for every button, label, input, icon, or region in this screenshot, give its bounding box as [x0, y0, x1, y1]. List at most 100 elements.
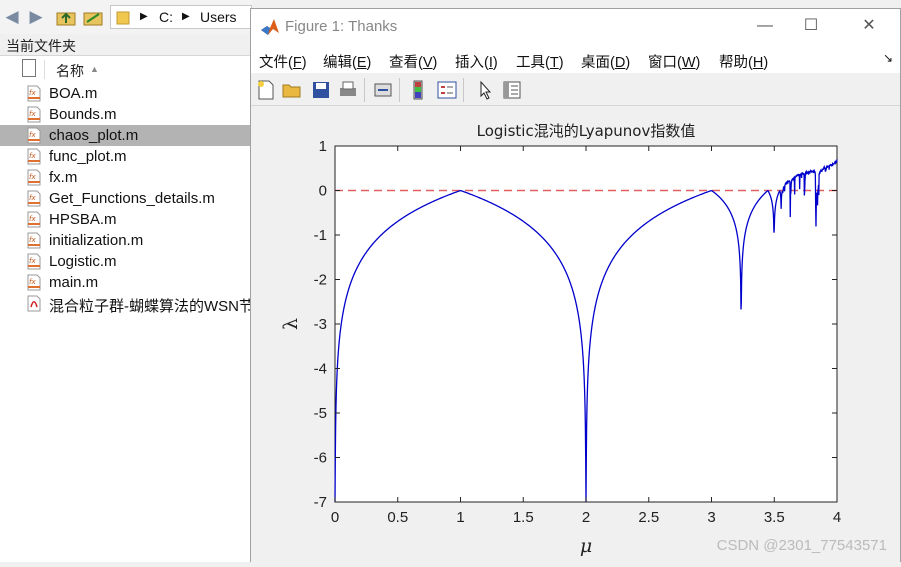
file-row[interactable]: 混合粒子群-蝴蝶算法的WSN节 — [0, 293, 254, 315]
svg-text:fx: fx — [29, 236, 36, 244]
file-row[interactable]: fx BOA.m — [0, 83, 252, 104]
path-separator-icon: ▶ — [182, 11, 190, 22]
matlab-file-icon: fx — [27, 253, 41, 270]
file-row[interactable]: fx main.m — [0, 272, 252, 293]
current-folder-header: 当前文件夹 — [0, 34, 252, 56]
lyapunov-chart[interactable]: 0 0.5 1 1.5 2 2.5 3 3.5 4 1 0 -1 -2 -3 -4 -5 -6 -7 Logisti… — [251, 106, 900, 562]
matlab-file-icon: fx — [27, 211, 41, 228]
maximize-button[interactable]: ☐ — [791, 13, 831, 39]
file-row[interactable]: fx Get_Functions_details.m — [0, 188, 252, 209]
menu-item[interactable]: 查看(V) — [389, 51, 437, 72]
save-icon[interactable] — [310, 79, 332, 101]
forward-arrow-icon[interactable]: ▶ — [27, 8, 45, 26]
svg-text:fx: fx — [29, 152, 36, 160]
current-folder-label: 当前文件夹 — [6, 38, 76, 54]
y-tick-label: -3 — [314, 316, 327, 333]
address-bar[interactable]: ▶ C: ▶ Users — [110, 5, 252, 29]
column-header[interactable]: 名称 ▲ — [0, 58, 252, 80]
path-separator-icon: ▶ — [140, 11, 148, 22]
column-divider[interactable] — [44, 60, 45, 79]
file-name: chaos_plot.m — [49, 127, 139, 144]
y-tick-label: 0 — [319, 183, 327, 200]
file-name: initialization.m — [49, 232, 144, 249]
browse-folder-icon[interactable] — [83, 8, 103, 26]
y-tick-label: -2 — [314, 272, 327, 289]
figure-window: Figure 1: Thanks — ☐ ✕ 文件(F) 编辑(E) 查看(V) 插入… — [250, 8, 901, 562]
file-row[interactable]: fx initialization.m — [0, 230, 252, 251]
menu-item[interactable]: 窗口(W) — [648, 51, 700, 72]
path-segment[interactable]: Users — [200, 9, 237, 25]
column-name-label[interactable]: 名称 — [56, 61, 84, 81]
x-tick-label: 3.5 — [764, 509, 785, 526]
legend-icon[interactable] — [436, 79, 458, 101]
menu-accelerator-key: V — [422, 55, 433, 71]
close-button[interactable]: ✕ — [849, 13, 889, 39]
menu-accelerator-key: D — [614, 55, 626, 71]
pdf-icon — [27, 295, 41, 312]
file-name: main.m — [49, 274, 99, 291]
x-tick-label: 2.5 — [638, 509, 659, 526]
menu-item-label: 查看 — [389, 55, 418, 71]
svg-text:fx: fx — [29, 131, 36, 139]
file-row[interactable]: fx func_plot.m — [0, 146, 252, 167]
dock-arrow-icon[interactable]: ↘ — [883, 51, 893, 65]
menu-item-label: 帮助 — [719, 55, 748, 71]
x-tick-label: 2 — [582, 509, 590, 526]
y-axis-label: λ — [280, 318, 302, 330]
figure-toolbar — [251, 73, 900, 106]
y-tick-label: 1 — [319, 138, 327, 155]
menu-item[interactable]: 桌面(D) — [581, 51, 630, 72]
svg-text:fx: fx — [29, 278, 36, 286]
menu-item[interactable]: 插入(I) — [455, 51, 498, 72]
x-tick-label: 0.5 — [387, 509, 408, 526]
menu-item[interactable]: 帮助(H) — [719, 51, 768, 72]
sort-ascending-icon: ▲ — [90, 64, 99, 74]
file-name: Bounds.m — [49, 106, 117, 123]
minimize-button[interactable]: — — [745, 13, 785, 39]
file-name: HPSBA.m — [49, 211, 117, 228]
menu-item[interactable]: 工具(T) — [516, 51, 564, 72]
menu-accelerator-key: W — [681, 55, 696, 71]
menu-accelerator-key: T — [549, 55, 559, 71]
chart-title: Logistic混沌的Lyapunov指数值 — [477, 122, 696, 140]
menu-item[interactable]: 文件(F) — [259, 51, 307, 72]
file-name: 混合粒子群-蝴蝶算法的WSN节 — [49, 298, 254, 315]
open-icon[interactable] — [281, 79, 303, 101]
menu-item-label: 文件 — [259, 55, 288, 71]
y-tick-label: -6 — [314, 450, 327, 467]
pointer-icon[interactable] — [475, 79, 497, 101]
file-row[interactable]: fx Logistic.m — [0, 251, 252, 272]
y-tick-label: -7 — [314, 494, 327, 511]
file-row[interactable]: fx Bounds.m — [0, 104, 252, 125]
menu-item[interactable]: 编辑(E) — [323, 51, 371, 72]
new-figure-icon[interactable] — [255, 79, 277, 101]
x-tick-label: 1.5 — [513, 509, 534, 526]
matlab-logo-icon — [261, 19, 279, 35]
file-row[interactable]: fx HPSBA.m — [0, 209, 252, 230]
menu-item-label: 桌面 — [581, 55, 610, 71]
menu-item-label: 工具 — [516, 55, 545, 71]
y-tick-label: -4 — [314, 361, 327, 378]
path-segment[interactable]: C: — [159, 9, 173, 25]
file-row[interactable]: fx chaos_plot.m — [0, 125, 252, 146]
toolbar-separator — [364, 78, 365, 102]
menu-accelerator-key: F — [292, 55, 302, 71]
matlab-file-icon: fx — [27, 232, 41, 249]
matlab-file-icon: fx — [27, 148, 41, 165]
x-tick-label: 3 — [707, 509, 715, 526]
back-arrow-icon[interactable]: ◀ — [3, 8, 21, 26]
file-row[interactable]: fx fx.m — [0, 167, 252, 188]
x-tick-label: 1 — [456, 509, 464, 526]
current-folder-panel: ◀ ▶ ▶ C: ▶ Users 当前文件夹 名称 ▲ fx BOA.m fx Bou… — [0, 0, 254, 562]
x-tick-label: 0 — [331, 509, 339, 526]
up-folder-icon[interactable] — [56, 8, 76, 26]
x-axis-label: μ — [580, 535, 592, 557]
title-bar[interactable]: Figure 1: Thanks — ☐ ✕ — [251, 9, 900, 45]
print-icon[interactable] — [337, 79, 359, 101]
file-name: Get_Functions_details.m — [49, 190, 215, 207]
property-inspector-icon[interactable] — [501, 79, 523, 101]
window-title: Figure 1: Thanks — [285, 18, 398, 35]
toolbar-separator — [399, 78, 400, 102]
colorbar-icon[interactable] — [407, 79, 429, 101]
link-icon[interactable] — [372, 79, 394, 101]
